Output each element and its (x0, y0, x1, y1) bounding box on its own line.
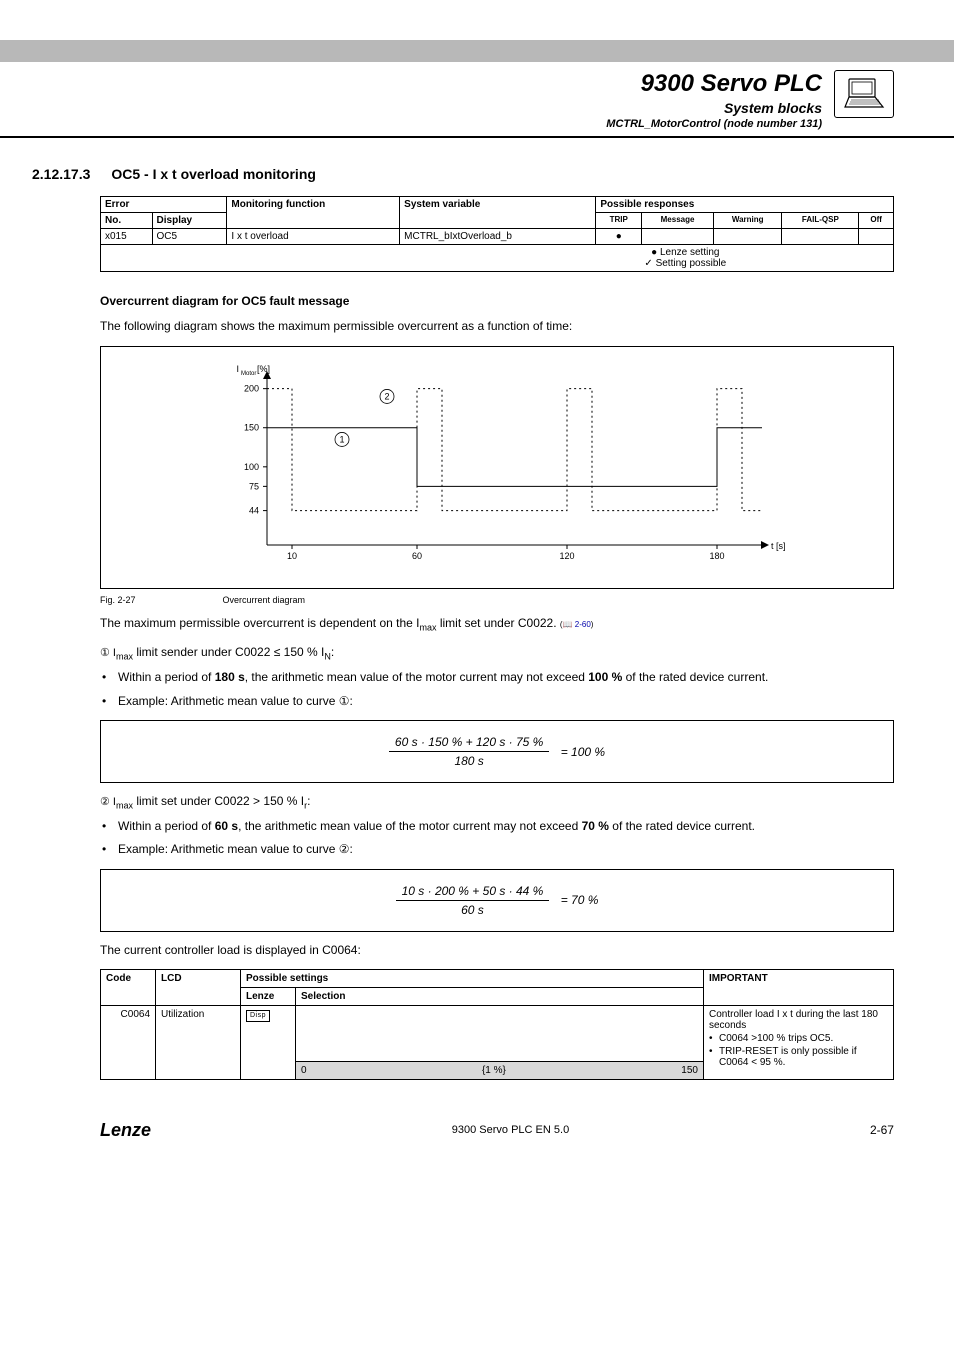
th-error: Error (101, 196, 227, 212)
case2-list: Within a period of 60 s, the arithmetic … (100, 818, 894, 859)
th-monfunc: Monitoring function (227, 196, 400, 228)
selection-range: 0 {1 %} 150 (296, 1061, 704, 1079)
cth-code: Code (101, 969, 156, 1005)
important-cell: Controller load I x t during the last 18… (704, 1005, 894, 1079)
brand-logo: Lenze (100, 1120, 151, 1141)
page-footer: Lenze 9300 Servo PLC EN 5.0 2-67 (100, 1120, 894, 1141)
svg-text:75: 75 (249, 482, 259, 492)
cell-off (859, 228, 894, 244)
legend-possible: ✓ Setting possible (644, 258, 726, 269)
svg-text:60: 60 (412, 551, 422, 561)
overcurrent-diagram: 44 75 100 150 200 10 60 120 180 IMotor[%] t [s] 1 2 (100, 346, 894, 589)
top-grey-bar (0, 40, 954, 62)
th-warning: Warning (713, 212, 781, 228)
svg-text:10: 10 (287, 551, 297, 561)
th-possresp: Possible responses (596, 196, 894, 212)
th-trip: TRIP (596, 212, 642, 228)
case1-list: Within a period of 180 s, the arithmetic… (100, 669, 894, 710)
th-message: Message (642, 212, 714, 228)
th-off: Off (859, 212, 894, 228)
header-divider (0, 136, 954, 138)
case1-bullet2: Example: Arithmetic mean value to curve … (100, 693, 894, 710)
cth-important: IMPORTANT (704, 969, 894, 1005)
cell-display: OC5 (152, 228, 227, 244)
cell-message (642, 228, 714, 244)
cth-lcd: LCD (156, 969, 241, 1005)
th-sysvar: System variable (400, 196, 596, 228)
cth-selection: Selection (296, 987, 704, 1005)
cth-lenze: Lenze (241, 987, 296, 1005)
figure-caption: Fig. 2-27 Overcurrent diagram (100, 595, 894, 605)
svg-text:120: 120 (559, 551, 574, 561)
case1-bullet1: Within a period of 180 s, the arithmetic… (100, 669, 894, 686)
footer-center: 9300 Servo PLC EN 5.0 (452, 1124, 569, 1136)
link-2-60[interactable]: 2-60 (575, 620, 591, 629)
laptop-icon (834, 70, 894, 118)
equation-1: 60 s · 150 % + 120 s · 75 %180 s = 100 % (100, 720, 894, 783)
cell-sysvar: MCTRL_bIxtOverload_b (400, 228, 596, 244)
case2-bullet1: Within a period of 60 s, the arithmetic … (100, 818, 894, 835)
code-row-C0064: C0064 Utilization Disp Controller load I… (101, 1005, 894, 1061)
th-display: Display (152, 212, 227, 228)
cell-failqsp (782, 228, 859, 244)
section-heading: 2.12.17.3 OC5 - I x t overload monitorin… (100, 166, 894, 182)
svg-text:t [s]: t [s] (771, 541, 786, 551)
cth-possible: Possible settings (241, 969, 704, 987)
svg-text:180: 180 (709, 551, 724, 561)
selection-cell-empty (296, 1005, 704, 1061)
case2-bullet2: Example: Arithmetic mean value to curve … (100, 841, 894, 858)
para-max-overcurrent: The maximum permissible overcurrent is d… (100, 615, 894, 634)
svg-text:I: I (236, 364, 239, 374)
error-table: Error Monitoring function System variabl… (100, 196, 894, 272)
cell-no: x015 (101, 228, 153, 244)
cell-monfunc: I x t overload (227, 228, 400, 244)
figure-number: Fig. 2-27 (100, 595, 220, 605)
svg-text:1: 1 (339, 435, 344, 445)
load-paragraph: The current controller load is displayed… (100, 942, 894, 959)
svg-text:150: 150 (244, 423, 259, 433)
lcd-cell: Utilization (156, 1005, 241, 1079)
th-no: No. (101, 212, 153, 228)
overcurrent-intro: The following diagram shows the maximum … (100, 318, 894, 335)
svg-text:44: 44 (249, 506, 259, 516)
equation-2: 10 s · 200 % + 50 s · 44 %60 s = 70 % (100, 869, 894, 932)
section-number: 2.12.17.3 (32, 166, 108, 182)
doc-title: 9300 Servo PLC (100, 70, 822, 98)
overcurrent-heading: Overcurrent diagram for OC5 fault messag… (100, 294, 894, 308)
important-b2: TRIP-RESET is only possible if C0064 < 9… (709, 1046, 888, 1068)
legend-lenze: ● Lenze setting (651, 247, 719, 258)
doc-subtitle-1: System blocks (100, 100, 822, 116)
svg-text:200: 200 (244, 384, 259, 394)
section-title: OC5 - I x t overload monitoring (111, 166, 316, 182)
disp-badge: Disp (246, 1010, 270, 1022)
page-number: 2-67 (870, 1123, 894, 1137)
svg-text:[%]: [%] (257, 364, 270, 374)
error-table-row: x015 OC5 I x t overload MCTRL_bIxtOverlo… (101, 228, 894, 244)
case2-lead: ② Imax limit set under C0022 > 150 % Ir: (100, 793, 894, 812)
svg-text:2: 2 (384, 392, 389, 402)
page-header: 9300 Servo PLC System blocks MCTRL_Motor… (100, 70, 894, 130)
code-table: Code LCD Possible settings IMPORTANT Len… (100, 969, 894, 1080)
th-failqsp: FAIL-QSP (782, 212, 859, 228)
lenze-cell: Disp (241, 1005, 296, 1079)
case1-lead: ① Imax limit sender under C0022 ≤ 150 % … (100, 644, 894, 663)
cell-trip: ● (596, 228, 642, 244)
figure-caption-text: Overcurrent diagram (223, 595, 306, 605)
cell-warning (713, 228, 781, 244)
doc-subtitle-2: MCTRL_MotorControl (node number 131) (100, 118, 822, 130)
svg-text:100: 100 (244, 462, 259, 472)
overcurrent-chart-svg: 44 75 100 150 200 10 60 120 180 IMotor[%] t [s] 1 2 (125, 361, 869, 571)
error-table-legend: ● Lenze setting ✓ Setting possible (101, 244, 894, 271)
svg-text:Motor: Motor (241, 371, 256, 377)
code-cell: C0064 (101, 1005, 156, 1079)
important-b1: C0064 >100 % trips OC5. (709, 1033, 888, 1044)
